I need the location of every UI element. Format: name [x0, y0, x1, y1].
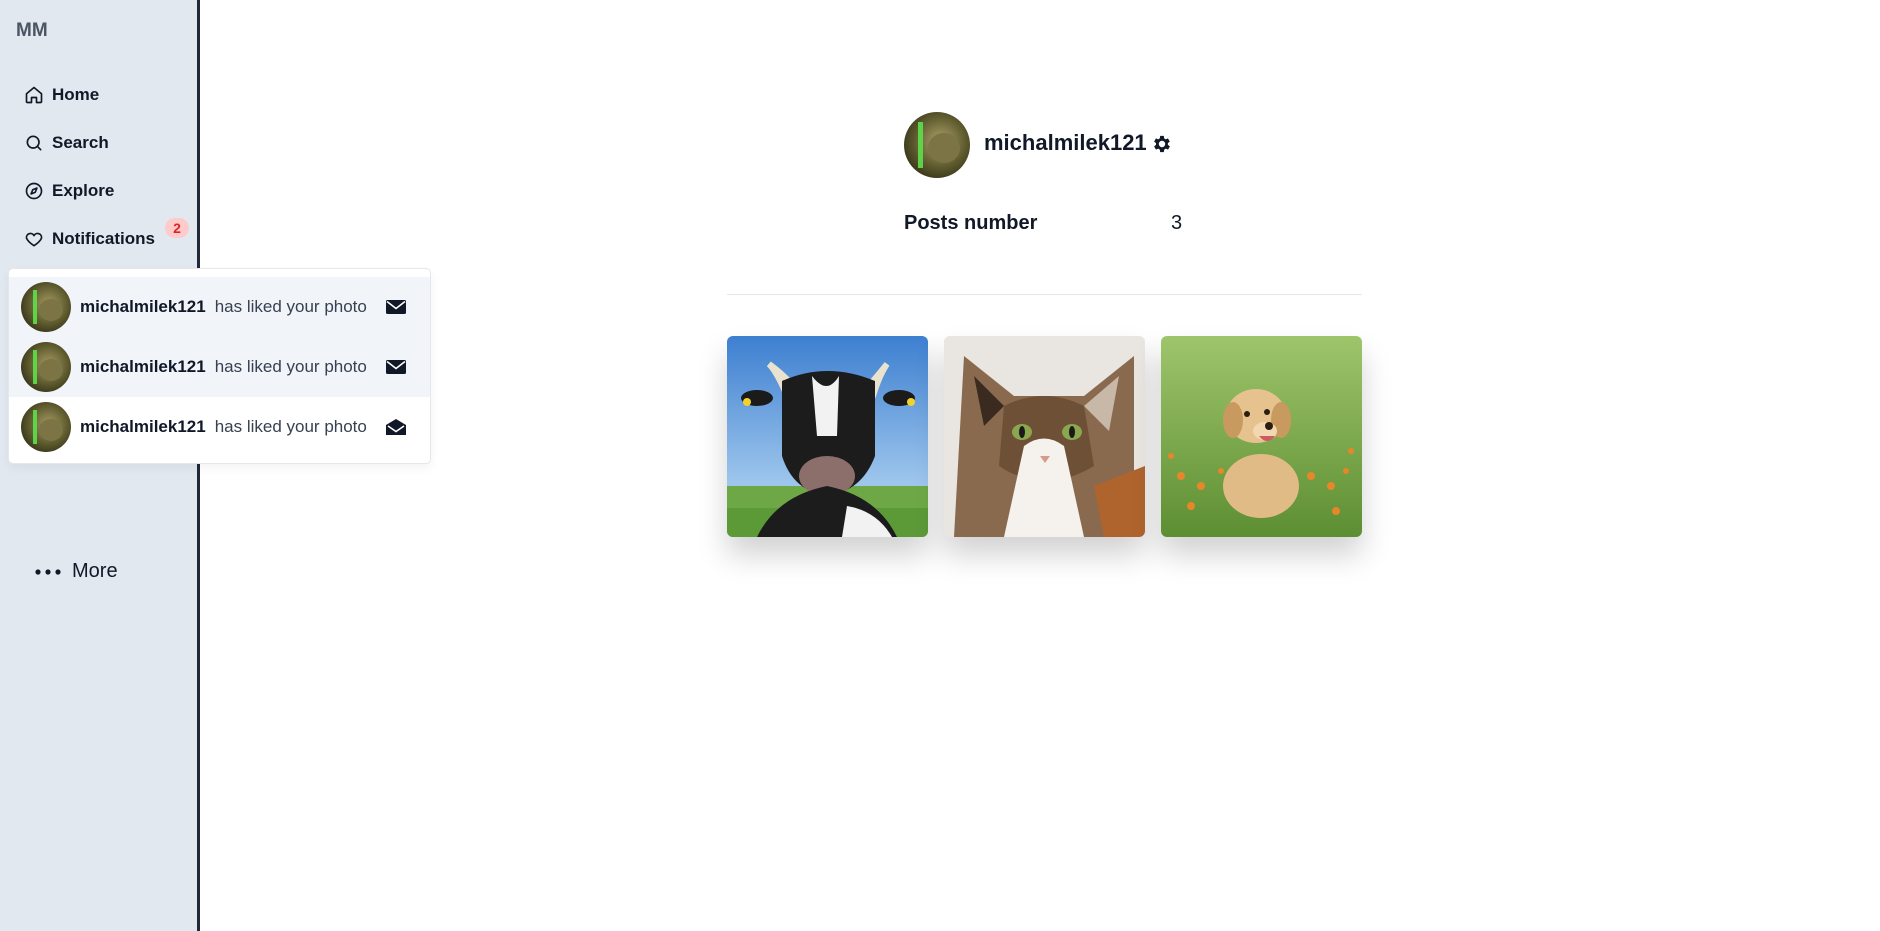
nav-explore-label: Explore [52, 181, 115, 200]
compass-icon [25, 182, 43, 200]
nav-home-label: Home [52, 85, 100, 104]
nav-notifications[interactable]: Notifications [24, 229, 155, 249]
notification-text: has liked your photo [214, 357, 367, 376]
nav-search-label: Search [52, 133, 109, 152]
avatar [21, 282, 71, 332]
cat-photo [944, 336, 1145, 537]
avatar [21, 342, 71, 392]
notifications-panel: michalmilek121 has liked your photo mich… [8, 268, 431, 464]
notification-username[interactable]: michalmilek121 [80, 357, 206, 377]
nav-home[interactable]: Home [24, 85, 99, 105]
more-label: More [72, 560, 118, 582]
app-logo[interactable]: MM [16, 20, 48, 42]
avatar [21, 402, 71, 452]
post-thumbnail-puppy[interactable] [1161, 336, 1362, 537]
more-dots-icon [35, 568, 61, 575]
profile-username: michalmilek121 [984, 130, 1147, 155]
nav-explore[interactable]: Explore [24, 181, 114, 201]
notification-text: has liked your photo [214, 417, 367, 436]
notification-text: has liked your photo [214, 297, 367, 316]
puppy-photo [1161, 336, 1362, 537]
notifications-badge: 2 [165, 218, 189, 238]
notification-item[interactable]: michalmilek121 has liked your photo [9, 397, 430, 457]
envelope-open-icon[interactable] [385, 417, 407, 437]
home-icon [25, 86, 43, 104]
envelope-closed-icon[interactable] [385, 297, 407, 317]
post-thumbnail-cat[interactable] [944, 336, 1145, 537]
profile-avatar [904, 112, 970, 178]
notification-username[interactable]: michalmilek121 [80, 417, 206, 437]
posts-number-label: Posts number [904, 212, 1038, 234]
gear-icon[interactable] [1151, 133, 1173, 155]
posts-number-value: 3 [1171, 212, 1183, 234]
notification-username[interactable]: michalmilek121 [80, 297, 206, 317]
envelope-closed-icon[interactable] [385, 357, 407, 377]
cow-photo [727, 336, 928, 537]
notification-item[interactable]: michalmilek121 has liked your photo [9, 277, 430, 337]
more-button[interactable]: More [34, 560, 118, 583]
divider [727, 294, 1362, 295]
sidebar: MM Home Search Explore Notifications 2 M… [0, 0, 200, 931]
notification-item[interactable]: michalmilek121 has liked your photo [9, 337, 430, 397]
post-thumbnail-cow[interactable] [727, 336, 928, 537]
nav-search[interactable]: Search [24, 133, 109, 153]
heart-icon [25, 232, 43, 247]
nav-notifications-label: Notifications [52, 229, 155, 248]
search-icon [26, 135, 42, 151]
